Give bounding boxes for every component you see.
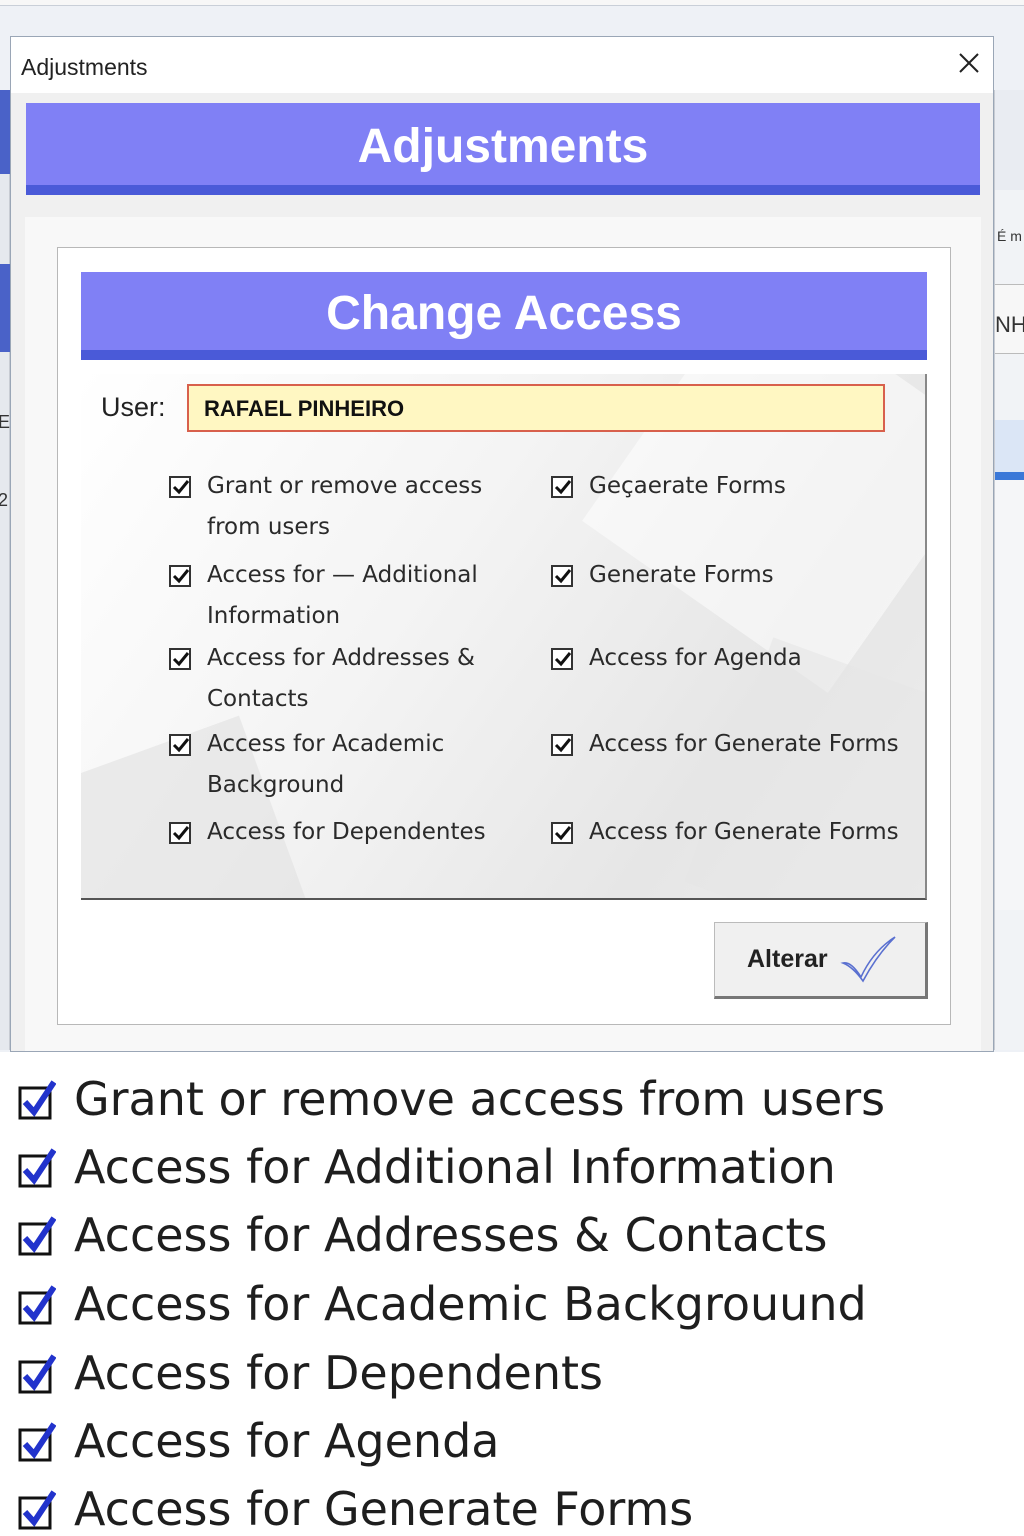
permission-right-5[interactable]: Access for Generate Forms: [551, 819, 921, 860]
summary-item: Access for Academic Backgrouund: [16, 1269, 1016, 1337]
checkbox-dependentes[interactable]: [169, 822, 191, 844]
permission-label-line1: Access for Addresses &: [207, 645, 475, 671]
checkmark-icon: [554, 826, 572, 841]
window-title: Adjustments: [21, 54, 148, 80]
permission-label: Generate Forms: [589, 562, 774, 588]
permission-label-line1: Access for — Additional: [207, 562, 478, 588]
background-top-edge: [0, 0, 1024, 6]
checked-box-icon: [18, 1080, 56, 1120]
permission-grant-remove-access[interactable]: Grant or remove access from users: [169, 473, 509, 554]
checkmark-icon: [840, 936, 896, 983]
permission-right-4[interactable]: Access for Generate Forms: [551, 731, 921, 772]
alterar-button-label: Alterar: [747, 945, 828, 973]
adjustments-banner: Adjustments: [26, 103, 980, 195]
permissions-form: User: RAFAEL PINHEIRO Grant or remove ac…: [81, 374, 927, 900]
background-right-text-1: É m: [997, 228, 1022, 244]
permission-additional-information[interactable]: Access for — Additional Information: [169, 562, 509, 643]
user-field[interactable]: RAFAEL PINHEIRO: [187, 384, 885, 432]
checkbox-right-3[interactable]: [551, 648, 573, 670]
checked-box-icon: [18, 1354, 56, 1394]
checkmark-icon: [172, 480, 190, 495]
checkbox-right-2[interactable]: [551, 565, 573, 587]
checkmark-icon: [172, 826, 190, 841]
permission-label-line2: from users: [207, 514, 330, 540]
checked-box-icon: [18, 1422, 56, 1462]
background-right-strip: É m NH: [994, 90, 1024, 1050]
permission-right-3[interactable]: Access for Agenda: [551, 645, 921, 686]
checked-box-icon: [18, 1148, 56, 1188]
checkbox-grant-remove-access[interactable]: [169, 476, 191, 498]
content-panel: Change Access User: RAFAEL PINHEIRO Gran…: [25, 217, 981, 1051]
background-left-strip: E 2: [0, 90, 10, 1050]
summary-item-label: Access for Academic Backgrouund: [74, 1277, 867, 1331]
permission-label-line1: Grant or remove access: [207, 473, 483, 499]
checkmark-icon: [172, 569, 190, 584]
checkmark-icon: [554, 569, 572, 584]
permission-label-line2: Background: [207, 772, 345, 798]
change-access-banner: Change Access: [81, 272, 927, 360]
permission-addresses-contacts[interactable]: Access for Addresses & Contacts: [169, 645, 509, 726]
permission-dependentes[interactable]: Access for Dependentes: [169, 819, 509, 860]
summary-item-label: Grant or remove access from users: [74, 1072, 886, 1126]
alterar-button[interactable]: Alterar: [714, 922, 928, 999]
permission-academic-background[interactable]: Access for Academic Background: [169, 731, 509, 812]
permission-label-line1: Access for Dependentes: [207, 819, 486, 845]
permission-label: Geçaerate Forms: [589, 473, 786, 499]
checkbox-right-4[interactable]: [551, 734, 573, 756]
checkbox-right-5[interactable]: [551, 822, 573, 844]
permission-label: Access for Generate Forms: [589, 731, 899, 757]
summary-item: Access for Additional Information: [16, 1132, 1016, 1200]
permission-right-2[interactable]: Generate Forms: [551, 562, 921, 603]
summary-item-label: Access for Generate Forms: [74, 1482, 694, 1536]
dialog-titlebar: Adjustments: [11, 37, 993, 93]
user-label: User:: [101, 392, 166, 422]
checkmark-icon: [554, 652, 572, 667]
checkbox-right-1[interactable]: [551, 476, 573, 498]
background-left-text-2: 2: [0, 490, 9, 510]
close-button[interactable]: [955, 49, 983, 77]
checked-box-icon: [18, 1216, 56, 1256]
checkmark-icon: [172, 738, 190, 753]
permissions-summary-list: Grant or remove access from users Access…: [0, 1052, 1024, 1536]
dialog-body: Adjustments Change Access User: RAFAEL P…: [11, 93, 993, 1051]
summary-item: Access for Generate Forms: [16, 1474, 1016, 1536]
permission-label-line2: Information: [207, 603, 341, 629]
summary-item: Access for Dependents: [16, 1338, 1016, 1406]
checked-box-icon: [18, 1285, 56, 1325]
summary-item: Access for Agenda: [16, 1406, 1016, 1474]
permission-label-line2: Contacts: [207, 686, 309, 712]
summary-item-label: Access for Agenda: [74, 1414, 500, 1468]
checked-box-icon: [18, 1490, 56, 1530]
permission-right-1[interactable]: Geçaerate Forms: [551, 473, 921, 514]
adjustments-dialog: Adjustments Adjustments Change Access Us: [10, 36, 994, 1052]
change-access-box: Change Access User: RAFAEL PINHEIRO Gran…: [57, 247, 951, 1025]
checkmark-icon: [172, 652, 190, 667]
change-access-title: Change Access: [326, 287, 682, 340]
permission-label: Access for Generate Forms: [589, 819, 899, 845]
background-left-text-1: E: [0, 412, 11, 432]
checkbox-additional-information[interactable]: [169, 565, 191, 587]
summary-item: Access for Addresses & Contacts: [16, 1200, 1016, 1268]
permission-label: Access for Agenda: [589, 645, 802, 671]
permission-label-line1: Access for Academic: [207, 731, 445, 757]
summary-item: Grant or remove access from users: [16, 1064, 1016, 1132]
summary-item-label: Access for Additional Information: [74, 1140, 836, 1194]
background-right-text-2: NH: [995, 312, 1024, 337]
checkmark-icon: [554, 480, 572, 495]
checkmark-icon: [554, 738, 572, 753]
summary-item-label: Access for Addresses & Contacts: [74, 1208, 828, 1262]
checkbox-addresses-contacts[interactable]: [169, 648, 191, 670]
summary-item-label: Access for Dependents: [74, 1346, 603, 1400]
checkbox-academic-background[interactable]: [169, 734, 191, 756]
close-icon: [959, 53, 979, 73]
adjustments-banner-title: Adjustments: [357, 120, 649, 173]
